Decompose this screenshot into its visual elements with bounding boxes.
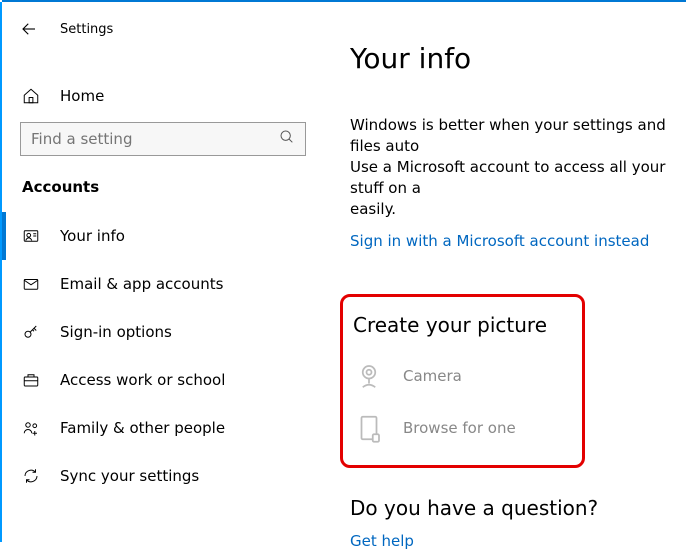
sidebar: Settings Home Accounts	[0, 2, 324, 542]
briefcase-icon	[22, 371, 40, 389]
home-icon	[22, 87, 40, 105]
arrow-left-icon	[20, 20, 38, 38]
nav-label: Family & other people	[60, 419, 225, 437]
sidebar-item-work[interactable]: Access work or school	[2, 356, 324, 404]
browse-label: Browse for one	[403, 419, 516, 437]
sync-icon	[22, 467, 40, 485]
search-box[interactable]	[20, 122, 306, 156]
section-heading: Accounts	[2, 156, 324, 204]
browse-icon	[353, 413, 385, 443]
main-content: Your info Windows is better when your se…	[324, 2, 686, 542]
picture-heading: Create your picture	[353, 313, 582, 337]
page-title: Your info	[350, 42, 686, 75]
app-frame: Settings Home Accounts	[0, 0, 686, 542]
sidebar-item-signin[interactable]: Sign-in options	[2, 308, 324, 356]
browse-option[interactable]: Browse for one	[353, 413, 582, 443]
camera-label: Camera	[403, 367, 462, 385]
highlight-box: Create your picture Camera Browse for on…	[340, 294, 585, 468]
search-input[interactable]	[31, 130, 279, 148]
info-line: easily.	[350, 200, 396, 218]
user-icon	[22, 227, 40, 245]
question-heading: Do you have a question?	[350, 496, 686, 520]
camera-icon	[353, 361, 385, 391]
home-item[interactable]: Home	[2, 74, 324, 118]
sidebar-item-sync[interactable]: Sync your settings	[2, 452, 324, 500]
title-bar: Settings	[2, 12, 324, 46]
key-icon	[22, 323, 40, 341]
nav-label: Sign-in options	[60, 323, 172, 341]
nav-label: Your info	[60, 227, 125, 245]
back-button[interactable]	[20, 20, 38, 38]
sidebar-item-family[interactable]: Family & other people	[2, 404, 324, 452]
signin-link[interactable]: Sign in with a Microsoft account instead	[350, 232, 649, 250]
home-label: Home	[60, 87, 104, 105]
camera-option[interactable]: Camera	[353, 361, 582, 391]
nav-label: Sync your settings	[60, 467, 199, 485]
nav-list: Your info Email & app accounts Sign-in o…	[2, 212, 324, 500]
sidebar-item-email[interactable]: Email & app accounts	[2, 260, 324, 308]
family-icon	[22, 419, 40, 437]
nav-label: Email & app accounts	[60, 275, 223, 293]
nav-label: Access work or school	[60, 371, 225, 389]
mail-icon	[22, 275, 40, 293]
info-text: Windows is better when your settings and…	[350, 115, 686, 220]
info-line: Use a Microsoft account to access all yo…	[350, 158, 665, 197]
window-title: Settings	[60, 22, 113, 37]
info-line: Windows is better when your settings and…	[350, 116, 666, 155]
search-icon	[279, 129, 295, 149]
get-help-link[interactable]: Get help	[350, 532, 414, 550]
sidebar-item-your-info[interactable]: Your info	[2, 212, 324, 260]
